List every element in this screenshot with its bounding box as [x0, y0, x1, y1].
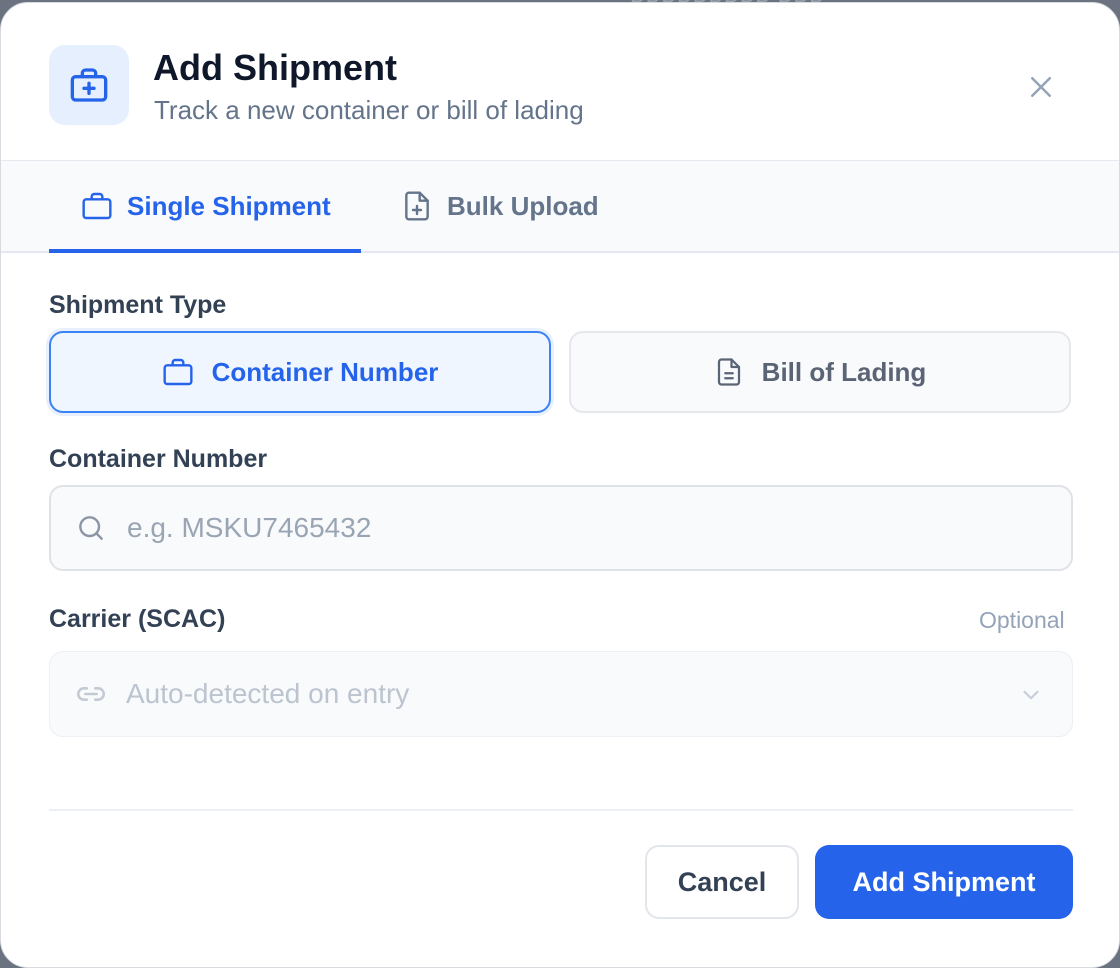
tab-bulk-upload[interactable]: Bulk Upload [401, 161, 599, 251]
option-label: Bill of Lading [761, 356, 927, 387]
add-shipment-button[interactable]: Add Shipment [815, 845, 1073, 919]
tab-label: Single Shipment [127, 190, 331, 221]
briefcase-icon [163, 358, 193, 386]
close-icon [1031, 77, 1051, 97]
file-plus-icon [405, 191, 429, 221]
link-icon [77, 687, 105, 701]
tab-label: Bulk Upload [447, 190, 599, 221]
container-number-field [49, 485, 1073, 571]
dialog-title: Add Shipment [153, 47, 397, 88]
container-number-input[interactable] [125, 511, 1029, 545]
container-number-label: Container Number [49, 445, 268, 473]
add-shipment-dialog: Add Shipment Track a new container or bi… [0, 2, 1120, 968]
search-icon [79, 516, 103, 540]
close-button[interactable] [1019, 65, 1063, 109]
optional-label: Optional [979, 607, 1065, 633]
carrier-label: Carrier (SCAC) [49, 605, 226, 633]
carrier-placeholder: Auto-detected on entry [126, 678, 410, 709]
container-number-option[interactable]: Container Number [49, 331, 551, 413]
bill-of-lading-option[interactable]: Bill of Lading [569, 331, 1071, 413]
tab-bar: Single Shipment Bulk Upload [1, 160, 1119, 253]
option-label: Container Number [211, 356, 439, 387]
cancel-button[interactable]: Cancel [645, 845, 799, 919]
shipment-type-label: Shipment Type [49, 291, 227, 319]
footer-divider [49, 809, 1073, 811]
document-icon [717, 358, 740, 386]
dialog-header: Add Shipment Track a new container or bi… [1, 3, 1119, 159]
tab-single-shipment[interactable]: Single Shipment [49, 161, 361, 253]
dialog-subtitle: Track a new container or bill of lading [154, 95, 584, 125]
briefcase-icon [82, 192, 112, 220]
chevron-down-icon [1023, 690, 1039, 700]
medical-briefcase-icon [49, 45, 129, 125]
carrier-select[interactable]: Auto-detected on entry [49, 651, 1073, 737]
